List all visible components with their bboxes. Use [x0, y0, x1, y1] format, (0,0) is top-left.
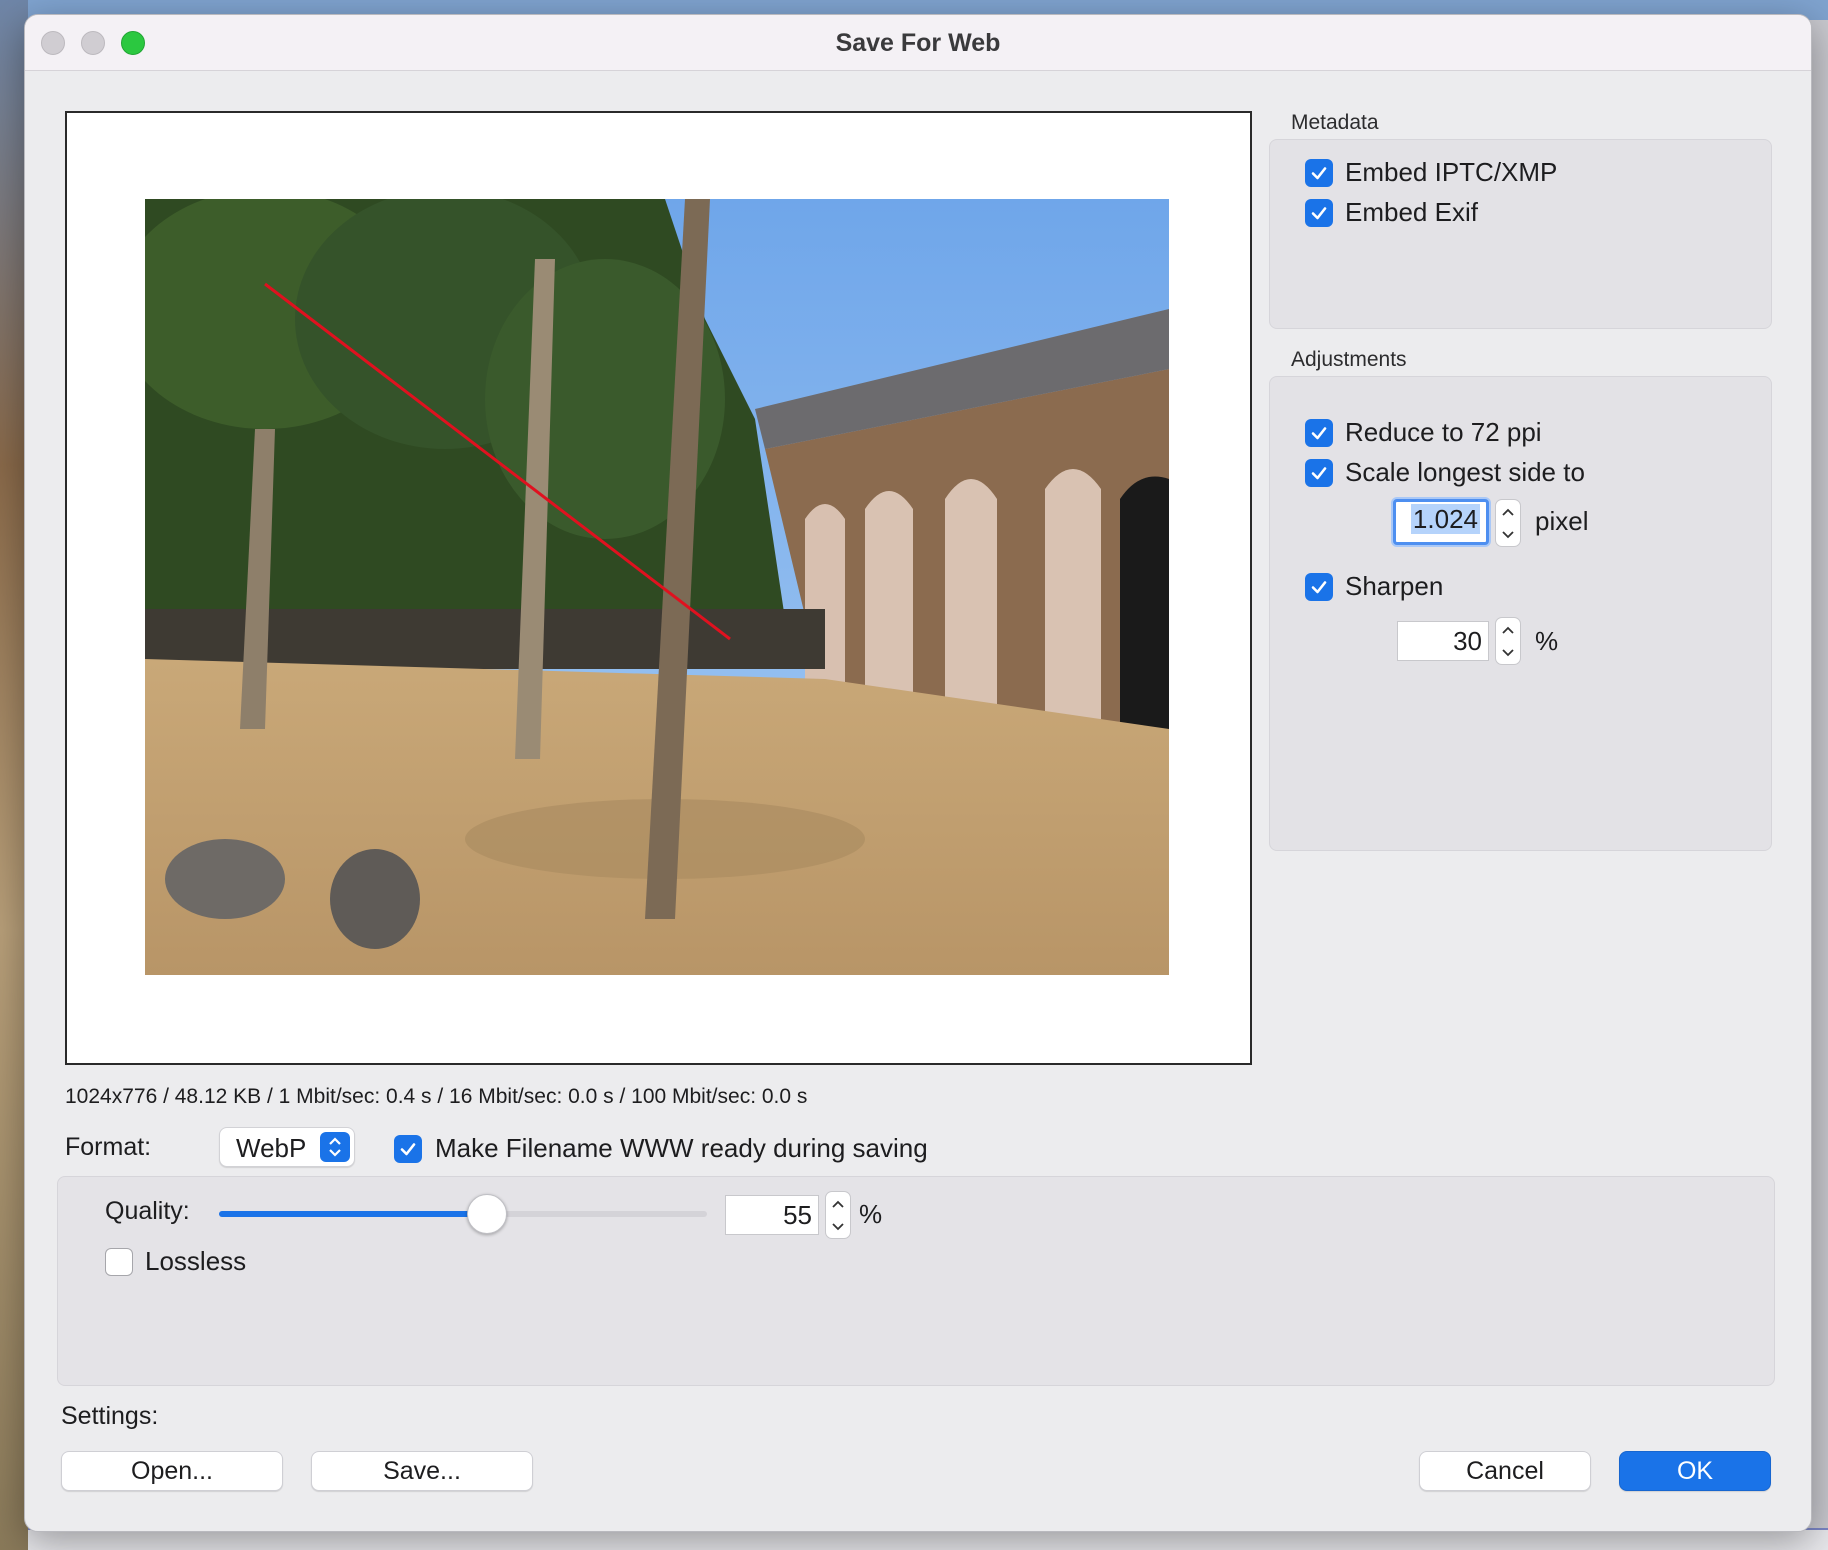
format-select[interactable]: WebP — [219, 1127, 355, 1167]
scale-size-input[interactable]: 1.024 — [1393, 499, 1489, 545]
settings-save-button[interactable]: Save... — [311, 1451, 533, 1491]
chevron-down-icon[interactable] — [1496, 523, 1520, 546]
chevron-down-icon[interactable] — [1496, 641, 1520, 664]
checkmark-icon — [1311, 207, 1327, 220]
scale-unit-label: pixel — [1535, 506, 1589, 536]
embed-exif-checkbox[interactable] — [1305, 199, 1333, 227]
scale-longest-checkbox[interactable] — [1305, 459, 1333, 487]
quality-stepper[interactable] — [825, 1191, 851, 1239]
reduce-ppi-checkbox[interactable] — [1305, 419, 1333, 447]
settings-label: Settings: — [61, 1402, 159, 1430]
www-ready-checkbox[interactable] — [394, 1135, 422, 1163]
cancel-button[interactable]: Cancel — [1419, 1451, 1591, 1491]
save-for-web-dialog: Save For Web 1024x776 / 48.12 KB / 1 Mbi… — [24, 14, 1812, 1532]
lossless-label[interactable]: Lossless — [145, 1246, 246, 1277]
embed-iptc-label[interactable]: Embed IPTC/XMP — [1345, 157, 1557, 188]
quality-label: Quality: — [105, 1197, 190, 1225]
lossless-checkbox[interactable] — [105, 1248, 133, 1276]
embed-iptc-checkbox[interactable] — [1305, 159, 1333, 187]
chevron-up-icon[interactable] — [1496, 500, 1520, 523]
scale-size-value: 1.024 — [1410, 504, 1480, 534]
checkmark-icon — [1311, 167, 1327, 180]
format-selected-value: WebP — [236, 1133, 307, 1163]
sharpen-stepper[interactable] — [1495, 617, 1521, 665]
format-options-panel — [57, 1176, 1775, 1386]
quality-unit-label: % — [859, 1199, 883, 1229]
embed-exif-label[interactable]: Embed Exif — [1345, 197, 1478, 228]
checkmark-icon — [1311, 467, 1327, 480]
chevron-down-icon[interactable] — [826, 1215, 850, 1238]
sharpen-input[interactable]: 30 — [1397, 621, 1489, 661]
reduce-ppi-label[interactable]: Reduce to 72 ppi — [1345, 417, 1542, 448]
www-ready-label[interactable]: Make Filename WWW ready during saving — [435, 1133, 928, 1164]
preview-photo — [145, 199, 1169, 975]
sharpen-unit-label: % — [1535, 626, 1559, 656]
checkmark-icon — [1311, 427, 1327, 440]
quality-input[interactable]: 55 — [725, 1195, 819, 1235]
sharpen-checkbox[interactable] — [1305, 573, 1333, 601]
sharpen-label[interactable]: Sharpen — [1345, 571, 1443, 602]
chevron-up-icon[interactable] — [1496, 618, 1520, 641]
window-title: Save For Web — [835, 29, 1001, 57]
adjustments-heading: Adjustments — [1291, 348, 1407, 371]
title-bar: Save For Web — [25, 15, 1811, 71]
quality-slider[interactable] — [219, 1194, 707, 1234]
format-label: Format: — [65, 1133, 152, 1161]
image-preview-panel[interactable] — [65, 111, 1252, 1065]
file-info-text: 1024x776 / 48.12 KB / 1 Mbit/sec: 0.4 s … — [65, 1085, 808, 1108]
settings-open-button[interactable]: Open... — [61, 1451, 283, 1491]
scale-longest-label[interactable]: Scale longest side to — [1345, 457, 1585, 488]
select-arrows-icon — [320, 1132, 350, 1162]
checkmark-icon — [1311, 581, 1327, 594]
ok-button[interactable]: OK — [1619, 1451, 1771, 1491]
metadata-heading: Metadata — [1291, 111, 1379, 134]
quality-slider-fill — [219, 1211, 488, 1217]
checkmark-icon — [400, 1143, 416, 1156]
chevron-up-icon[interactable] — [826, 1192, 850, 1215]
scale-size-stepper[interactable] — [1495, 499, 1521, 547]
